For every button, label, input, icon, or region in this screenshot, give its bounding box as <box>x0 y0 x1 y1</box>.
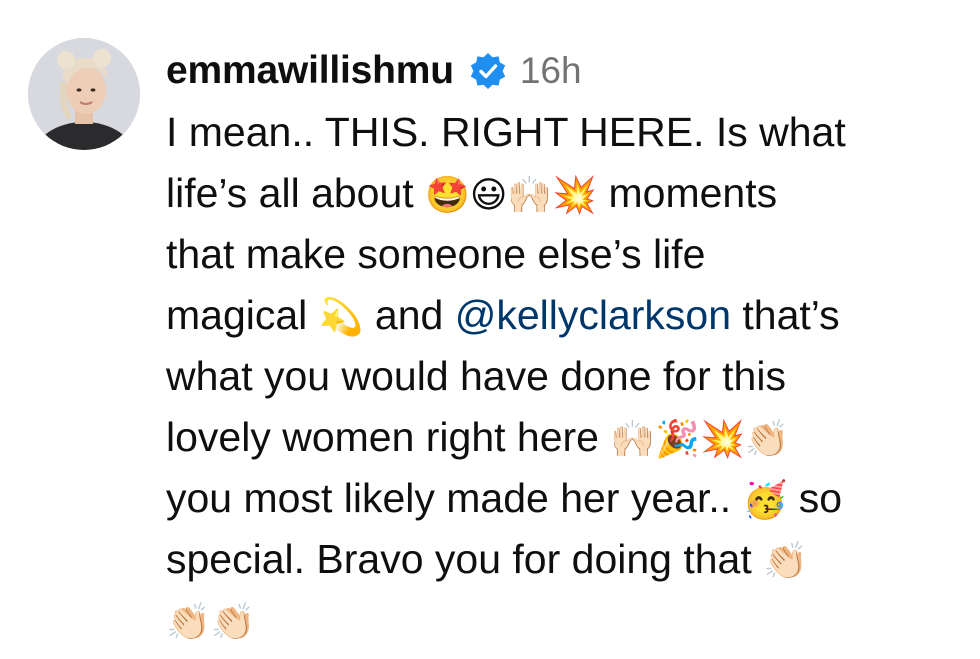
caption-text: that’s <box>731 292 840 338</box>
caption-line: life’s all about 🤩😃🙌🏻💥 moments <box>166 163 956 224</box>
caption-text: what you would have done for this <box>166 353 786 399</box>
comment-caption: I mean.. THIS. RIGHT HERE. Is what life’… <box>166 102 956 651</box>
caption-line: that make someone else’s life <box>166 224 956 285</box>
mention-link[interactable]: @kellyclarkson <box>455 292 731 338</box>
comment-content: emmawillishmu 16h I mean.. THIS. RIGHT H… <box>166 42 966 651</box>
caption-line: lovely women right here 🙌🏻🎉💥👏🏻 <box>166 407 956 468</box>
caption-text: moments <box>597 170 778 216</box>
caption-text: I mean.. THIS. RIGHT HERE. Is what <box>166 109 846 155</box>
caption-line: special. Bravo you for doing that 👏🏻 <box>166 529 956 590</box>
caption-line: I mean.. THIS. RIGHT HERE. Is what <box>166 102 956 163</box>
comment-header: emmawillishmu 16h <box>166 42 966 100</box>
emoji-group: 👏🏻 <box>763 541 808 582</box>
emoji-group: 🤩😃🙌🏻💥 <box>425 175 598 216</box>
emoji-group: 💫 <box>318 297 364 338</box>
avatar[interactable] <box>28 38 140 150</box>
caption-line: 👏🏻👏🏻 <box>166 590 956 651</box>
username-link[interactable]: emmawillishmu <box>166 49 454 93</box>
caption-text: you most likely made her year.. <box>166 475 743 521</box>
verified-badge-icon <box>468 51 508 91</box>
caption-text: life’s all about <box>166 170 426 216</box>
avatar-image <box>28 38 140 150</box>
caption-text: and <box>363 292 455 338</box>
caption-line: magical 💫 and @kellyclarkson that’s <box>166 285 956 346</box>
emoji-group: 🥳 <box>742 480 788 521</box>
caption-text: lovely women right here <box>166 414 611 460</box>
caption-text: so <box>787 475 843 521</box>
caption-text: magical <box>166 292 319 338</box>
emoji-group: 👏🏻👏🏻 <box>166 602 256 643</box>
post-timestamp[interactable]: 16h <box>520 50 582 92</box>
caption-text: that make someone else’s life <box>166 231 706 277</box>
comment-post: emmawillishmu 16h I mean.. THIS. RIGHT H… <box>0 0 980 659</box>
caption-line: you most likely made her year.. 🥳 so <box>166 468 956 529</box>
caption-line: what you would have done for this <box>166 346 956 407</box>
caption-text: special. Bravo you for doing that <box>166 536 764 582</box>
emoji-group: 🙌🏻🎉💥👏🏻 <box>610 419 790 460</box>
